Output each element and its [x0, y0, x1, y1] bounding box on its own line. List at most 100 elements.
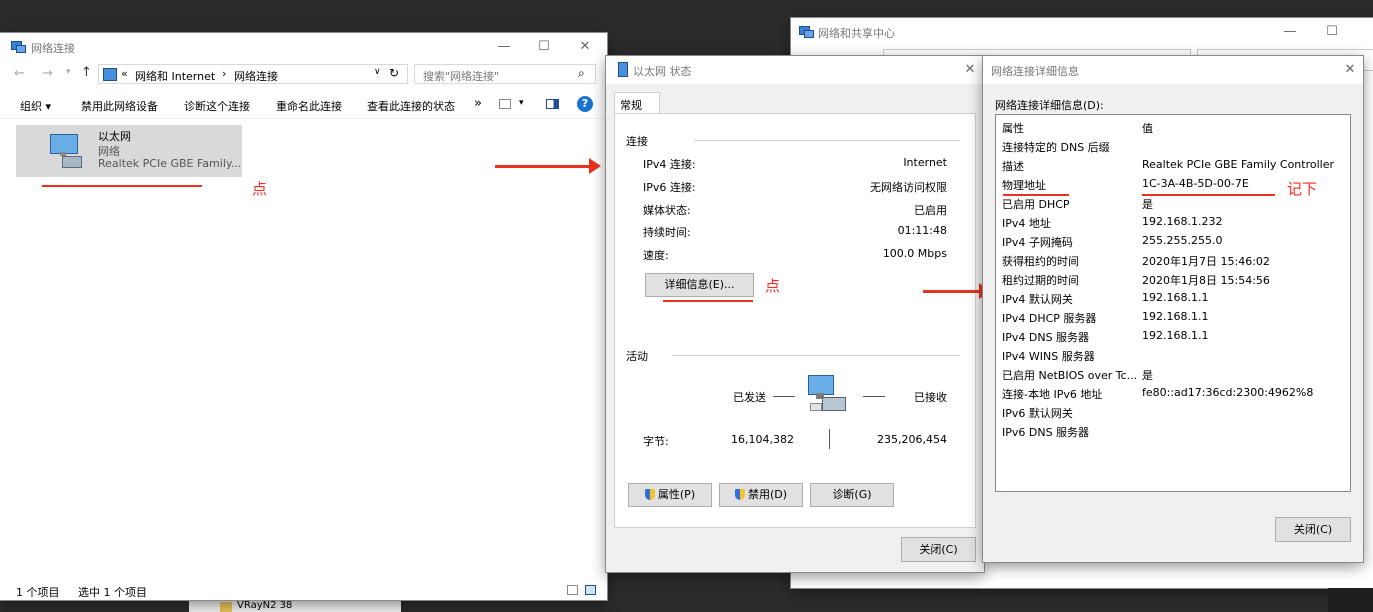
forward-icon[interactable]: → — [42, 66, 53, 81]
rename-button[interactable]: 重命名此连接 — [276, 98, 342, 114]
details-list[interactable]: 属性 值 连接特定的 DNS 后缀 描述 Realtek PCIe GBE Fami… — [995, 114, 1351, 492]
received-label: 已接收 — [914, 391, 947, 404]
col-value-header[interactable]: 值 — [1142, 120, 1153, 136]
minimize-button[interactable]: — — [492, 37, 516, 57]
close-button[interactable]: 关闭(C) — [1275, 517, 1351, 542]
detail-property: 已启用 NetBIOS over Tc... — [1002, 369, 1138, 382]
details-button-label: 详细信息(E)... — [664, 278, 735, 291]
breadcrumb-network-internet[interactable]: 网络和 Internet — [135, 68, 215, 84]
close-button[interactable]: 关闭(C) — [901, 537, 976, 562]
connection-group-label: 连接 — [626, 135, 648, 148]
properties-button-label: 属性(P) — [657, 488, 696, 501]
detail-value: Realtek PCIe GBE Family Controller — [1142, 158, 1335, 171]
tab-general[interactable]: 常规 — [614, 92, 660, 114]
network-icon — [11, 41, 26, 53]
view-options-icon[interactable] — [499, 99, 511, 109]
back-icon[interactable]: ← — [14, 66, 25, 81]
properties-button[interactable]: 属性(P) — [628, 483, 712, 507]
nav-row: ← → ▾ ↑ « 网络和 Internet › 网络连接 ∨ ↻ 搜索"网络连… — [0, 61, 607, 87]
organize-menu[interactable]: 组织 ▾ — [20, 98, 51, 114]
media-state-label: 媒体状态: — [643, 204, 691, 217]
detail-property: IPv4 DNS 服务器 — [1002, 331, 1090, 344]
diagnose-button[interactable]: 诊断(G) — [810, 483, 894, 507]
detail-value: 192.168.1.1 — [1142, 291, 1209, 304]
details-titlebar: 网络连接详细信息 ✕ — [983, 56, 1363, 84]
search-box[interactable]: 搜索"网络连接" ⌕ — [414, 64, 596, 84]
background-file-list: VRayN2 38 — [189, 600, 401, 612]
close-button[interactable]: ✕ — [1338, 60, 1362, 80]
sharing-title: 网络和共享中心 — [818, 27, 895, 40]
bytes-received-value: 235,206,454 — [877, 433, 947, 446]
detail-property: IPv6 DNS 服务器 — [1002, 426, 1090, 439]
detail-property: 物理地址 — [1002, 179, 1046, 192]
ethernet-status-dialog: 以太网 状态 ✕ 常规 连接 IPv4 连接: Internet IPv6 连接… — [606, 56, 984, 572]
close-button-label: 关闭(C) — [919, 543, 958, 556]
detail-value: fe80::ad17:36cd:2300:4962%8 — [1142, 386, 1314, 399]
annotation-click: 点 — [252, 180, 268, 198]
disable-device-button[interactable]: 禁用此网络设备 — [81, 98, 158, 114]
address-bar[interactable]: « 网络和 Internet › 网络连接 ∨ ↻ — [98, 64, 408, 84]
col-property-header[interactable]: 属性 — [1002, 120, 1024, 136]
chevron-down-icon[interactable]: ▾ — [519, 98, 524, 108]
adapter-name: 以太网 — [98, 130, 131, 143]
detail-property: IPv4 DHCP 服务器 — [1002, 312, 1097, 325]
item-count: 1 个项目 — [16, 586, 60, 599]
received-line — [863, 396, 885, 397]
details-title: 网络连接详细信息 — [991, 65, 1079, 78]
close-button[interactable]: ✕ — [573, 37, 597, 57]
shield-icon — [734, 489, 745, 500]
detail-value: 2020年1月7日 15:46:02 — [1142, 255, 1270, 268]
help-icon[interactable]: ? — [577, 96, 593, 112]
diagnose-button[interactable]: 诊断这个连接 — [184, 98, 250, 114]
detail-value: 是 — [1142, 198, 1153, 211]
annotation-underline — [1142, 194, 1275, 196]
details-view-icon[interactable] — [567, 585, 578, 595]
network-details-dialog: 网络连接详细信息 ✕ 网络连接详细信息(D): 属性 值 连接特定的 DNS 后… — [983, 56, 1363, 562]
detail-property: 连接-本地 IPv6 地址 — [1002, 388, 1103, 401]
more-commands-button[interactable]: » — [474, 96, 482, 111]
sent-line — [773, 396, 795, 397]
duration-label: 持续时间: — [643, 226, 691, 239]
network-icon — [799, 26, 814, 38]
detail-value: 255.255.255.0 — [1142, 234, 1223, 247]
network-activity-icon — [806, 373, 852, 417]
search-input[interactable]: 搜索"网络连接" — [423, 68, 499, 84]
address-dropdown-icon[interactable]: ∨ — [374, 67, 381, 77]
selected-count: 选中 1 个项目 — [78, 586, 147, 599]
adapter-ethernet[interactable]: 以太网 网络 Realtek PCIe GBE Family... — [16, 125, 242, 177]
close-button[interactable]: ✕ — [958, 60, 982, 80]
detail-property: 描述 — [1002, 160, 1024, 173]
detail-property: 租约过期的时间 — [1002, 274, 1079, 287]
detail-property: IPv4 默认网关 — [1002, 293, 1073, 306]
breadcrumb-network-connections[interactable]: 网络连接 — [234, 68, 278, 84]
up-icon[interactable]: ↑ — [81, 65, 92, 80]
command-bar: 组织 ▾ 禁用此网络设备 诊断这个连接 重命名此连接 查看此连接的状态 » ▾ … — [0, 92, 607, 119]
details-button[interactable]: 详细信息(E)... — [645, 273, 754, 297]
preview-pane-icon[interactable] — [546, 99, 559, 109]
annotation-underline — [1003, 194, 1069, 196]
minimize-button[interactable]: — — [1278, 22, 1302, 42]
ipv4-connectivity-label: IPv4 连接: — [643, 158, 696, 171]
search-icon[interactable]: ⌕ — [578, 66, 585, 81]
maximize-button[interactable]: ☐ — [532, 37, 556, 57]
shield-icon — [644, 489, 655, 500]
tiles-view-icon[interactable] — [585, 585, 596, 595]
disable-button[interactable]: 禁用(D) — [719, 483, 803, 507]
annotation-arrow — [923, 283, 991, 299]
sharing-titlebar: 网络和共享中心 — ☐ — [791, 18, 1373, 46]
detail-value: 1C-3A-4B-5D-00-7E — [1142, 177, 1249, 190]
maximize-button[interactable]: ☐ — [1320, 22, 1344, 42]
diagnose-button-label: 诊断(G) — [832, 488, 872, 501]
activity-group-label: 活动 — [626, 350, 648, 363]
details-list-label: 网络连接详细信息(D): — [995, 99, 1104, 112]
annotation-click: 点 — [765, 277, 781, 295]
detail-property: 连接特定的 DNS 后缀 — [1002, 141, 1110, 154]
chevron-down-icon[interactable]: ▾ — [66, 67, 71, 77]
detail-value: 192.168.1.1 — [1142, 310, 1209, 323]
breadcrumb-separator-icon: › — [222, 67, 227, 80]
network-connections-window: 网络连接 — ☐ ✕ ← → ▾ ↑ « 网络和 Internet › 网络连接… — [0, 33, 607, 600]
view-status-button[interactable]: 查看此连接的状态 — [367, 98, 455, 114]
annotation-note: 记下 — [1287, 180, 1318, 198]
refresh-icon[interactable]: ↻ — [389, 66, 399, 80]
detail-value: 2020年1月8日 15:54:56 — [1142, 274, 1270, 287]
